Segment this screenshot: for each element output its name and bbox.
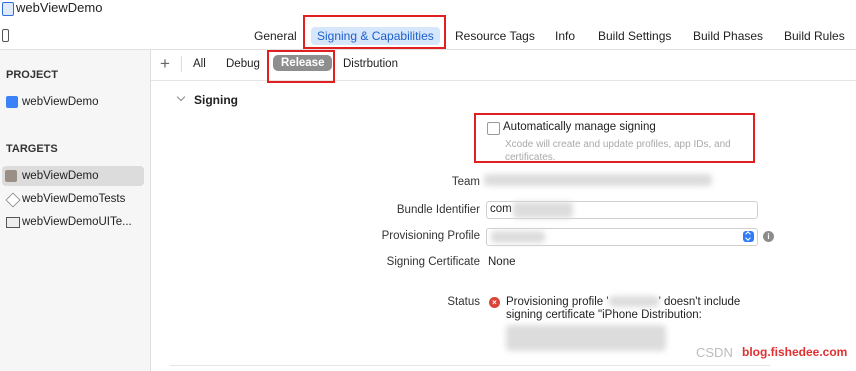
sidebar-item-label: webViewDemo (22, 96, 99, 108)
project-header: PROJECT (6, 69, 58, 81)
bundle-id-redacted (513, 202, 573, 218)
sidebar-item-project[interactable]: webViewDemo (6, 92, 99, 112)
bundle-id-value: com (490, 203, 512, 215)
chevron-down-icon[interactable] (176, 92, 186, 102)
tab-build-rules[interactable]: Build Rules (784, 28, 845, 44)
tab-build-phases[interactable]: Build Phases (693, 28, 763, 44)
provisioning-profile-popup[interactable] (486, 228, 758, 246)
sidebar-item-target-app[interactable]: webViewDemo (2, 166, 144, 186)
window-title: webViewDemo (16, 0, 103, 15)
tab-resource-tags[interactable]: Resource Tags (455, 28, 535, 44)
highlight-release (267, 50, 335, 83)
status-label: Status (447, 296, 480, 308)
test-target-icon (5, 192, 21, 208)
status-redacted-2 (506, 325, 666, 351)
status-message: Provisioning profile ' ' doesn't include … (506, 296, 766, 322)
sidebar-item-label: webViewDemoTests (22, 193, 126, 205)
tab-info[interactable]: Info (555, 28, 575, 44)
section-divider (170, 365, 770, 366)
signing-section-title: Signing (194, 93, 238, 107)
signing-certificate-label: Signing Certificate (386, 256, 480, 268)
sidebar-item-target-uitests[interactable]: webViewDemoUITe... (6, 212, 132, 232)
site-watermark: blog.fishedee.com (742, 345, 848, 359)
status-redacted-1 (608, 296, 659, 308)
popup-chevron-icon[interactable] (743, 231, 754, 242)
config-debug[interactable]: Debug (226, 58, 260, 70)
sidebar-item-label: webViewDemoUITe... (22, 216, 132, 228)
config-distribution[interactable]: Distrbution (343, 58, 398, 70)
add-capability-button[interactable]: + (160, 55, 170, 73)
signing-certificate-value: None (488, 256, 516, 268)
project-file-icon (2, 2, 14, 16)
tab-build-settings[interactable]: Build Settings (598, 28, 671, 44)
config-all[interactable]: All (193, 58, 206, 70)
sidebar-item-label: webViewDemo (22, 170, 99, 182)
sidebar-toggle-icon[interactable] (2, 29, 9, 42)
bundle-id-field[interactable]: com (486, 201, 758, 219)
tab-general[interactable]: General (254, 28, 297, 44)
info-icon[interactable]: i (763, 231, 774, 242)
provisioning-profile-label: Provisioning Profile (381, 230, 480, 242)
status-line2: signing certificate "iPhone Distribution… (506, 309, 702, 321)
project-icon (6, 96, 18, 108)
highlight-signing-tab (303, 15, 446, 49)
highlight-auto-manage (474, 113, 755, 163)
csdn-watermark: CSDN (696, 345, 733, 360)
divider (181, 56, 182, 72)
status-line1: Provisioning profile ' (506, 296, 609, 308)
team-value-redacted[interactable] (484, 174, 712, 186)
targets-header: TARGETS (6, 143, 58, 155)
error-icon: × (489, 297, 500, 308)
team-label: Team (451, 176, 480, 188)
bundle-id-label: Bundle Identifier (396, 204, 480, 216)
status-line1-end: ' doesn't include (658, 296, 741, 308)
app-target-icon (5, 170, 17, 182)
uitest-target-icon (6, 217, 20, 228)
profile-redacted (491, 231, 545, 243)
sidebar-item-target-tests[interactable]: webViewDemoTests (5, 189, 126, 209)
